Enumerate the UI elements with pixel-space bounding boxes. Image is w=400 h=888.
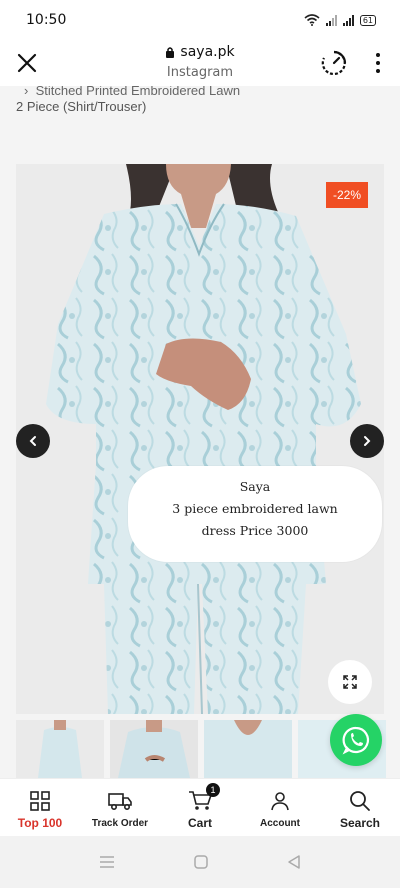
breadcrumb[interactable]: › Stitched Printed Embroidered Lawn xyxy=(16,86,400,98)
wifi-icon xyxy=(304,14,320,26)
grid-icon xyxy=(30,791,50,811)
tab-label: Track Order xyxy=(91,818,149,829)
thumbnail-image xyxy=(16,720,104,778)
caption-sticker: Saya 3 piece embroidered lawn dress Pric… xyxy=(128,466,382,562)
status-bar: 10:50 61 xyxy=(0,0,400,40)
thumbnail[interactable] xyxy=(204,720,292,778)
chevron-left-icon xyxy=(29,436,36,446)
thumbnail[interactable] xyxy=(16,720,104,778)
zoom-button[interactable] xyxy=(328,660,372,704)
signal-icon-2 xyxy=(342,14,354,26)
prev-image-button[interactable] xyxy=(16,424,50,458)
product-title: 2 Piece (Shirt/Trouser) xyxy=(16,99,147,114)
more-options-icon[interactable] xyxy=(374,51,382,75)
product-image[interactable]: -22% xyxy=(16,164,384,714)
bottom-tab-bar: Top 100 Track Order 1 Cart Account Searc… xyxy=(0,778,400,836)
tab-track-order[interactable]: Track Order xyxy=(80,789,160,829)
battery-icon: 61 xyxy=(359,14,376,26)
tab-label: Top 100 xyxy=(17,816,63,830)
thumbnail[interactable] xyxy=(110,720,198,778)
product-title-area: › Stitched Printed Embroidered Lawn 2 Pi… xyxy=(0,86,400,132)
signal-icon xyxy=(325,14,337,26)
tab-search[interactable]: Search xyxy=(320,789,400,830)
tab-label: Account xyxy=(260,818,300,829)
thumbnail-image xyxy=(204,720,292,778)
user-icon xyxy=(271,792,289,811)
url-host: saya.pk xyxy=(165,44,235,60)
lock-icon xyxy=(166,47,175,58)
whatsapp-button[interactable] xyxy=(330,714,382,766)
caption-line-1: Saya xyxy=(239,479,271,494)
search-icon xyxy=(350,791,370,811)
discount-badge: -22% xyxy=(325,182,368,208)
expand-icon xyxy=(343,675,357,689)
host-text: saya.pk xyxy=(180,44,235,60)
app-root: 10:50 61 saya.pk Instagram › Stitched Pr… xyxy=(0,0,400,888)
breadcrumb-text: Stitched Printed Embroidered Lawn xyxy=(35,86,241,98)
tab-top-100[interactable]: Top 100 xyxy=(0,789,80,830)
browser-toolbar: saya.pk Instagram xyxy=(0,40,400,86)
caption-line-3: dress Price 3000 xyxy=(201,523,309,538)
recent-apps-icon[interactable] xyxy=(98,855,116,869)
status-time: 10:50 xyxy=(26,12,67,28)
caption-line-2: 3 piece embroidered lawn xyxy=(172,501,338,516)
next-image-button[interactable] xyxy=(350,424,384,458)
truck-icon xyxy=(108,793,132,811)
whatsapp-icon xyxy=(342,726,370,755)
back-icon[interactable] xyxy=(286,854,302,870)
home-icon[interactable] xyxy=(193,854,209,870)
tab-account[interactable]: Account xyxy=(240,789,320,829)
tab-cart[interactable]: 1 Cart xyxy=(160,783,240,830)
product-photo xyxy=(16,164,384,714)
speed-icon[interactable] xyxy=(320,49,348,77)
system-nav-bar xyxy=(0,836,400,888)
chevron-right-icon xyxy=(364,436,371,446)
cart-count-badge: 1 xyxy=(206,783,220,797)
status-icons: 61 xyxy=(304,14,376,26)
tab-label: Cart xyxy=(187,816,212,830)
tab-label: Search xyxy=(339,816,381,830)
thumbnail-image xyxy=(110,720,198,778)
